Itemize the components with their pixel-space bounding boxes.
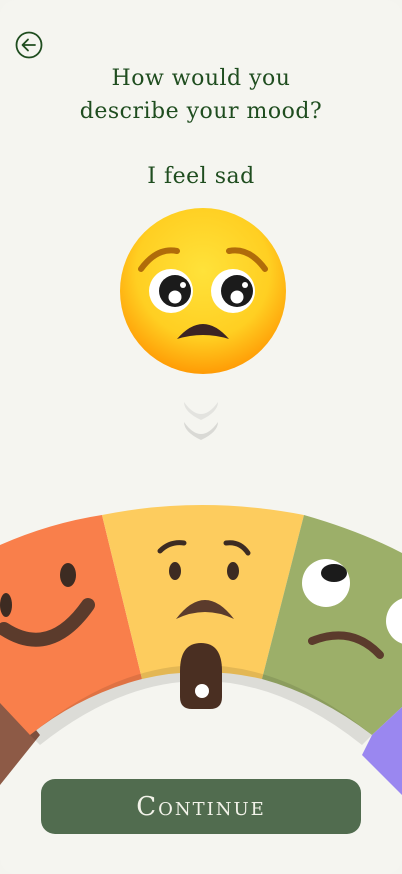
dial-pointer[interactable]	[180, 643, 222, 709]
mood-dial[interactable]	[0, 495, 402, 795]
continue-button[interactable]: Continue	[41, 779, 361, 834]
page-title: How would you describe your mood?	[0, 62, 402, 128]
sad-face-emoji-icon	[120, 208, 286, 374]
title-line-1: How would you	[111, 66, 291, 91]
chevron-down-icon	[184, 402, 218, 440]
back-arrow-icon[interactable]	[14, 30, 44, 60]
mood-label: I feel sad	[147, 164, 255, 189]
title-line-2: describe your mood?	[79, 99, 323, 124]
mood-screen: How would you describe your mood? I feel…	[0, 0, 402, 874]
